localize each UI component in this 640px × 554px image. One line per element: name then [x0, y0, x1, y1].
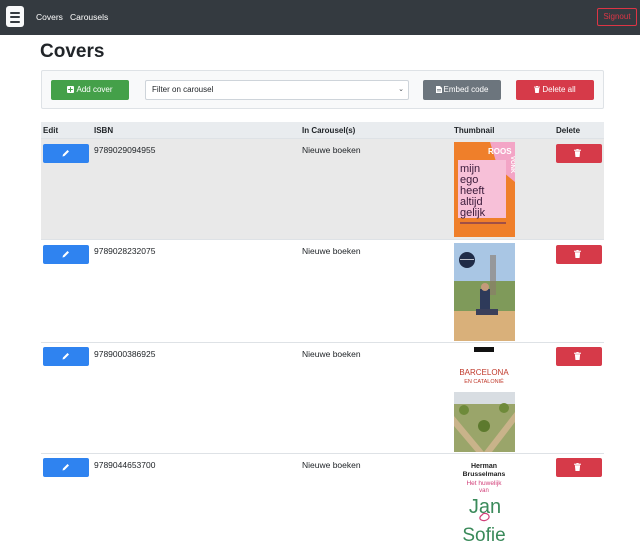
pencil-icon	[62, 464, 69, 471]
add-cover-button[interactable]: Add cover	[51, 80, 129, 100]
edit-button[interactable]	[43, 347, 89, 366]
header-delete: Delete	[556, 126, 581, 135]
isbn-cell: 9789000386925	[94, 349, 156, 359]
cover-subtitle: EN CATALONIË	[464, 378, 504, 385]
carousel-cell: Nieuwe boeken	[302, 145, 361, 155]
carousel-cell: Nieuwe boeken	[302, 246, 361, 256]
edit-button[interactable]	[43, 144, 89, 163]
isbn-cell: 9789028232075	[94, 246, 156, 256]
cover-thumbnail: BARCELONA EN CATALONIË	[454, 346, 515, 452]
cover-image-photo	[454, 243, 515, 341]
cover-image-jan-sofie: Herman Brusselmans Het huwelijk van Jan …	[454, 457, 515, 554]
cover-thumbnail: Herman Brusselmans Het huwelijk van Jan …	[454, 457, 515, 554]
pencil-icon	[62, 353, 69, 360]
cover-author: ROOS	[488, 147, 512, 156]
delete-button[interactable]	[556, 458, 602, 477]
add-cover-label: Add cover	[76, 85, 113, 94]
trash-icon	[574, 463, 581, 471]
cover-author-first: Herman	[471, 463, 497, 470]
trash-icon	[534, 86, 541, 93]
isbn-cell: 9789029094955	[94, 145, 156, 155]
pencil-icon	[62, 150, 69, 157]
header-thumbnail: Thumbnail	[454, 126, 495, 135]
cover-title-line: Het huwelijk	[466, 480, 502, 487]
signout-button[interactable]: Signout	[597, 8, 637, 26]
edit-button[interactable]	[43, 458, 89, 477]
delete-button[interactable]	[556, 245, 602, 264]
file-icon	[435, 86, 442, 93]
nav-link-covers[interactable]: Covers	[36, 12, 63, 22]
carousel-cell: Nieuwe boeken	[302, 460, 361, 470]
trash-icon	[574, 250, 581, 258]
delete-all-label: Delete all	[542, 85, 576, 94]
plus-icon	[67, 86, 75, 93]
table-row: 9789029094955 Nieuwe boeken ROOS VONK mi…	[41, 138, 604, 239]
cover-thumbnail: ROOS VONK mijn ego heeft altijd gelijk	[454, 142, 515, 237]
cover-author-2: VONK	[509, 156, 515, 174]
embed-code-button[interactable]: Embed code	[423, 80, 501, 100]
header-carousels: In Carousel(s)	[302, 126, 356, 135]
cover-author-last: Brusselmans	[463, 471, 506, 478]
trash-icon	[574, 149, 581, 157]
edit-button[interactable]	[43, 245, 89, 264]
table-row: 9789028232075 Nieuwe boeken	[41, 239, 604, 342]
pencil-icon	[62, 251, 69, 258]
cover-thumbnail	[454, 243, 515, 341]
table-header: Edit ISBN In Carousel(s) Thumbnail Delet…	[41, 122, 604, 138]
carousel-filter-select[interactable]: Filter on carousel ⌄	[145, 80, 409, 100]
table-row: 9789044653700 Nieuwe boeken Herman Bruss…	[41, 453, 604, 554]
cover-image-mijn-ego: ROOS VONK mijn ego heeft altijd gelijk	[454, 142, 515, 237]
book-logo-icon[interactable]	[6, 6, 24, 27]
cover-image-barcelona: BARCELONA EN CATALONIË	[454, 346, 515, 452]
cover-title-line: Jan	[469, 496, 501, 518]
nav-link-carousels[interactable]: Carousels	[70, 12, 108, 22]
navbar: Covers Carousels Signout	[0, 0, 640, 35]
isbn-cell: 9789044653700	[94, 460, 156, 470]
table-row: 9789000386925 Nieuwe boeken BARCELONA EN…	[41, 342, 604, 453]
carousel-cell: Nieuwe boeken	[302, 349, 361, 359]
page-title: Covers	[40, 41, 105, 62]
header-edit: Edit	[43, 126, 59, 135]
cover-title-line: van	[479, 488, 489, 494]
cover-title-line: gelijk	[460, 207, 486, 219]
delete-button[interactable]	[556, 144, 602, 163]
header-isbn: ISBN	[94, 126, 114, 135]
toolbar: Add cover Filter on carousel ⌄ Embed cod…	[41, 70, 604, 109]
carousel-filter-value: Filter on carousel	[152, 85, 214, 94]
delete-button[interactable]	[556, 347, 602, 366]
cover-title: BARCELONA	[459, 368, 509, 377]
embed-code-label: Embed code	[443, 85, 489, 94]
cover-title-line: Sofie	[462, 525, 505, 546]
trash-icon	[574, 352, 581, 360]
chevron-down-icon: ⌄	[398, 86, 404, 93]
delete-all-button[interactable]: Delete all	[516, 80, 594, 100]
